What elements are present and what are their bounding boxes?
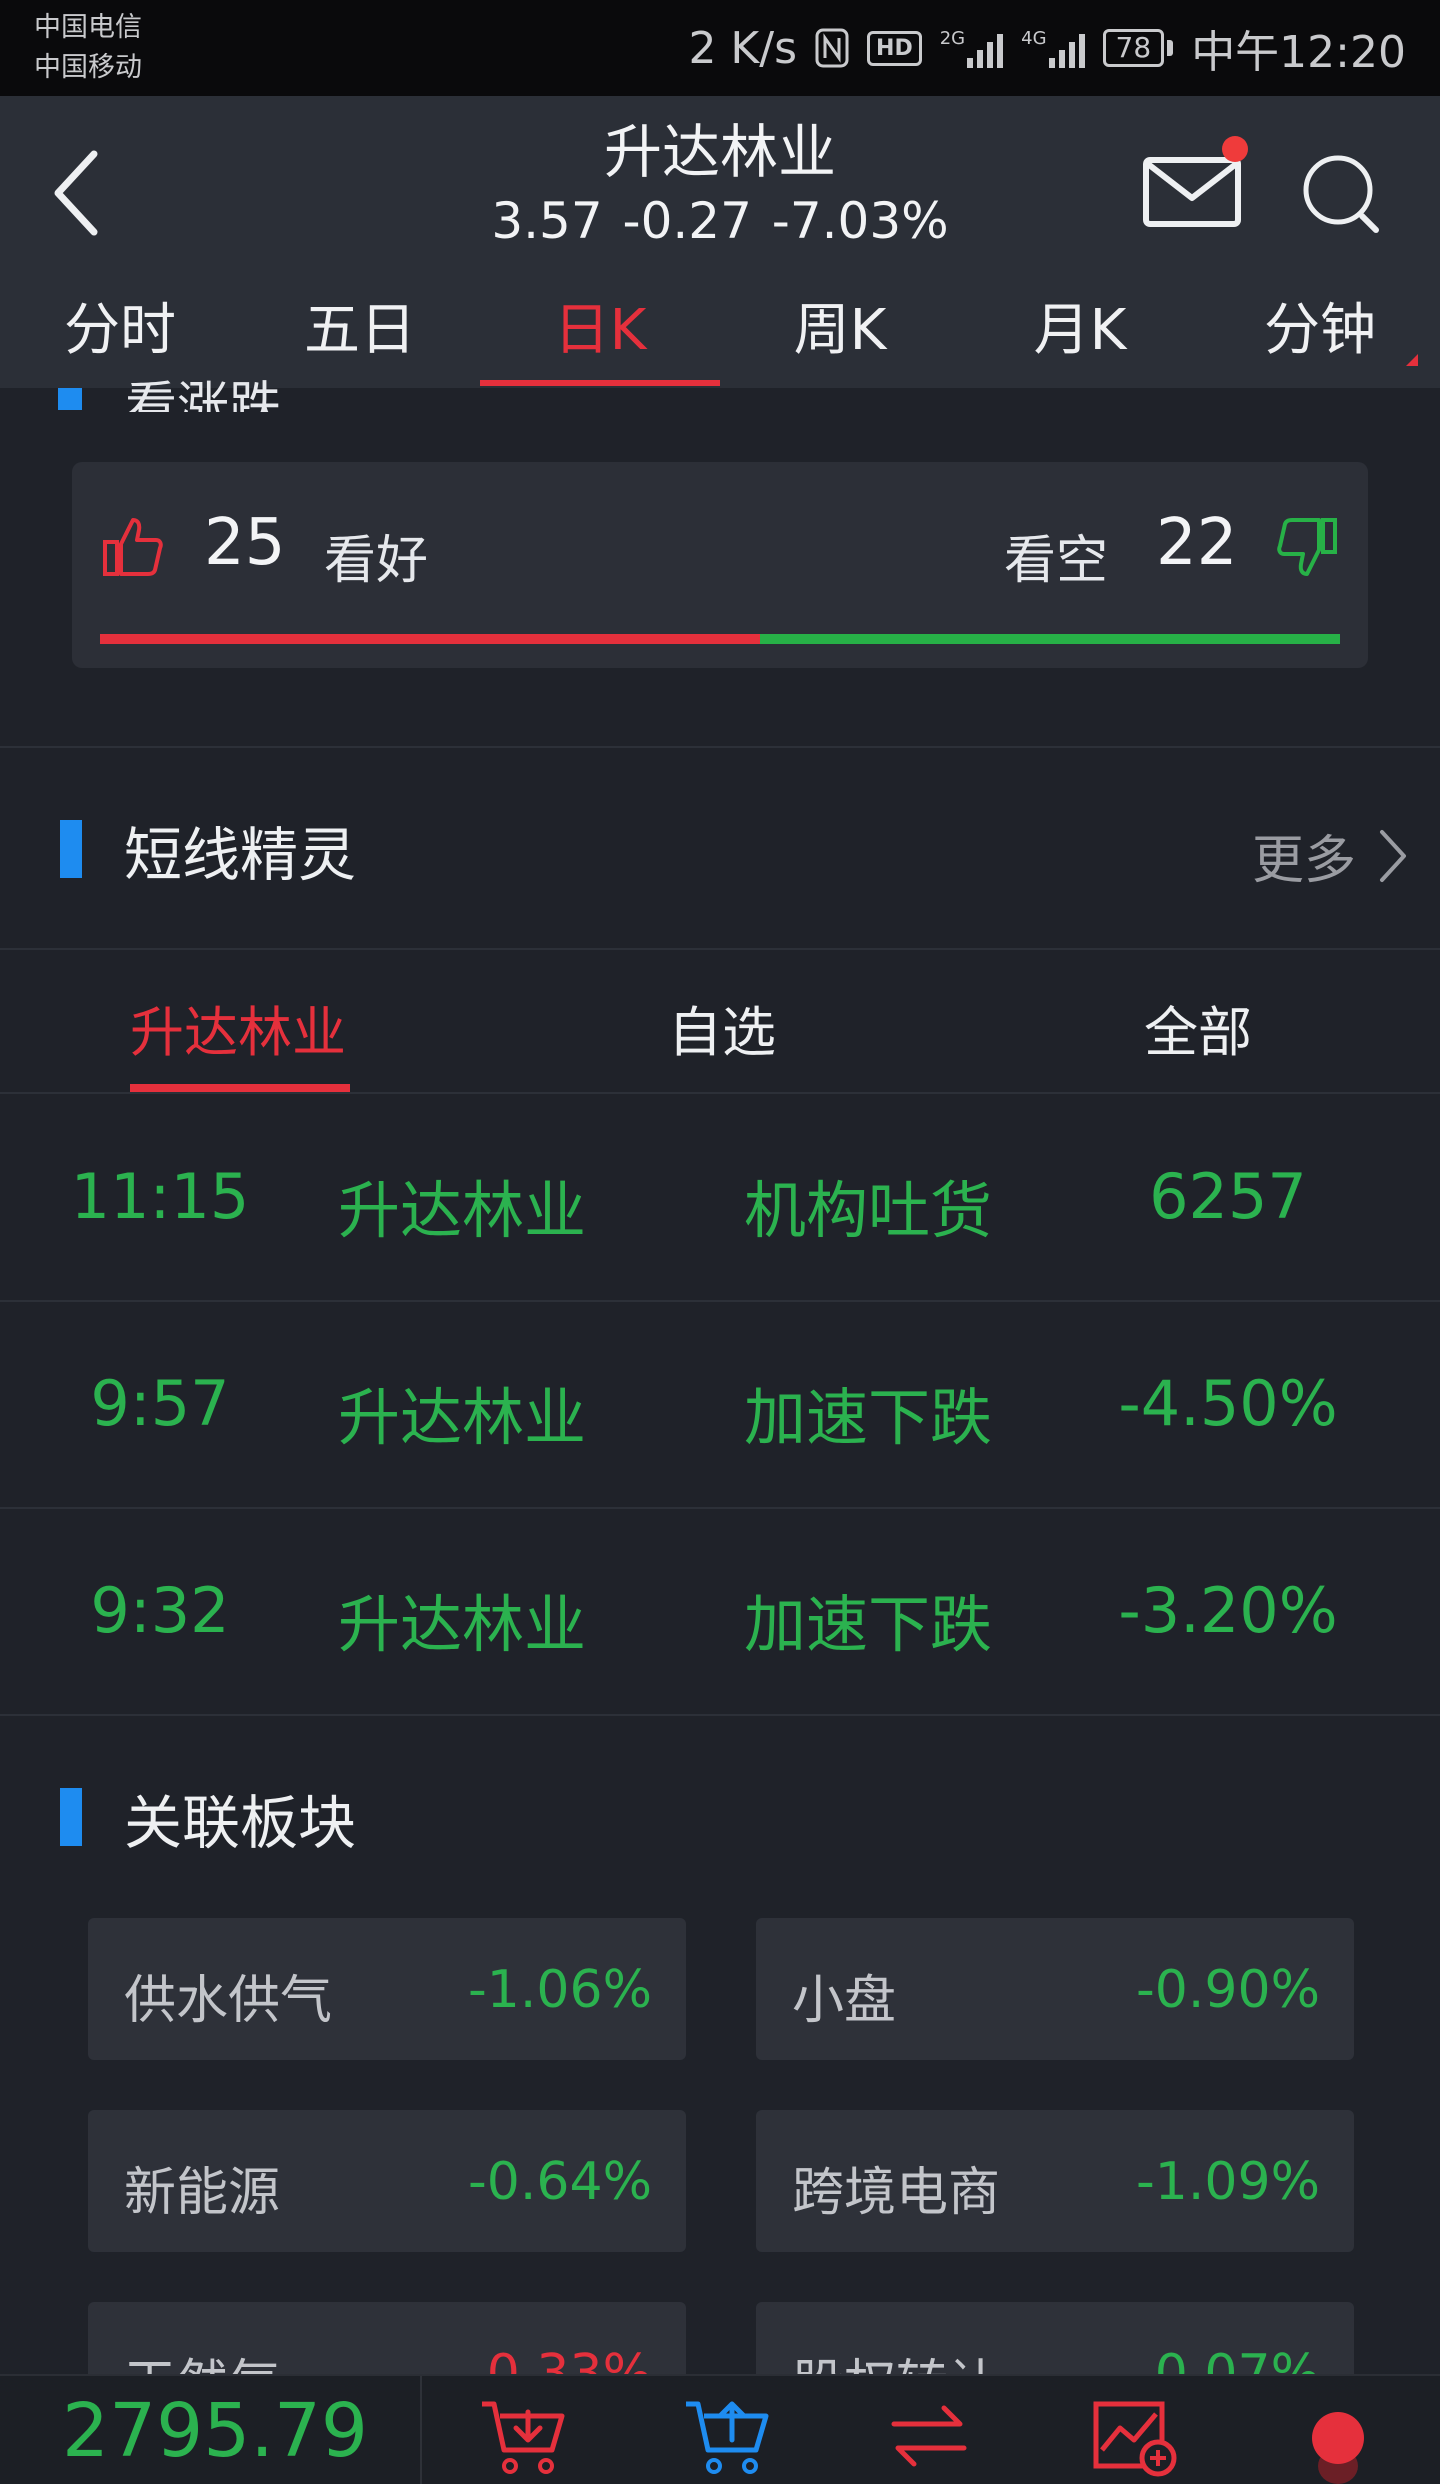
- tab-weekly-k[interactable]: 周K: [720, 288, 960, 388]
- battery-icon: 78: [1102, 29, 1174, 67]
- sector-change: -1.06%: [468, 1960, 652, 2020]
- bear-count: 22: [1156, 506, 1238, 580]
- signal-2g-label: 2G: [939, 28, 966, 49]
- unread-badge: [1222, 136, 1248, 162]
- carriers: 中国电信 中国移动: [34, 8, 142, 88]
- sector-name: 跨境电商: [792, 2163, 1001, 2223]
- search-icon[interactable]: [1300, 152, 1384, 236]
- signal-4g-label: 4G: [1021, 28, 1047, 49]
- tab-daily-k[interactable]: 日K: [480, 288, 720, 388]
- sector-cell[interactable]: 小盘 -0.90%: [756, 1918, 1354, 2060]
- thumbs-down-icon[interactable]: [1276, 516, 1338, 578]
- status-indicators: 2 K/s HD 2G 4G 78 中午12:20: [688, 16, 1406, 80]
- signal-row[interactable]: 11:15 升达林业 机构吐货 6257: [0, 1096, 1440, 1302]
- buy-icon[interactable]: [478, 2394, 568, 2478]
- signal-time: 11:15: [70, 1160, 250, 1233]
- tab-watchlist[interactable]: 自选: [668, 988, 776, 1067]
- divider: [0, 948, 1440, 950]
- sentiment-card: 25 看好 看空 22: [72, 462, 1368, 668]
- signal-time: 9:32: [90, 1574, 230, 1647]
- carrier-2: 中国移动: [34, 52, 142, 83]
- battery-level: 78: [1102, 29, 1165, 67]
- signal-value: -3.20%: [1118, 1574, 1338, 1647]
- short-term-title: 短线精灵: [124, 821, 357, 889]
- signal-time: 9:57: [90, 1367, 230, 1440]
- tab-minutes-label: 分钟: [1264, 298, 1376, 363]
- thumbs-up-icon[interactable]: [102, 516, 164, 578]
- sector-name: 小盘: [792, 1971, 897, 2031]
- record-dot[interactable]: [1312, 2412, 1364, 2464]
- section-marker: [60, 1788, 82, 1846]
- chevron-right-icon: [1380, 829, 1407, 882]
- bear-label: 看空: [1004, 531, 1109, 591]
- tab-all[interactable]: 全部: [1144, 988, 1252, 1067]
- stock-header: 升达林业 3.57 -0.27 -7.03%: [0, 96, 1440, 288]
- signal-event: 加速下跌: [744, 1588, 993, 1661]
- sector-name: 供水供气: [124, 1971, 333, 2031]
- sentiment-ratio-bar: [100, 634, 1340, 644]
- trade-icon[interactable]: [884, 2394, 974, 2478]
- tab-monthly-k[interactable]: 月K: [960, 288, 1200, 388]
- signal-stock: 升达林业: [338, 1174, 587, 1247]
- index-value[interactable]: 2795.79: [62, 2388, 368, 2474]
- sector-change: -0.64%: [468, 2152, 652, 2212]
- status-bar: 中国电信 中国移动 2 K/s HD 2G 4G 78 中午12:20: [0, 0, 1440, 96]
- signal-2g-icon: 2G: [939, 28, 1004, 68]
- divider: [0, 1714, 1440, 1716]
- dropdown-corner-icon: [1406, 354, 1418, 366]
- net-speed: 2 K/s: [688, 22, 798, 74]
- signal-stock: 升达林业: [338, 1381, 587, 1454]
- signal-row[interactable]: 9:32 升达林业 加速下跌 -3.20%: [0, 1510, 1440, 1716]
- sentiment-section-title: 看涨跌: [125, 377, 282, 412]
- divider: [0, 1092, 1440, 1094]
- signal-event: 加速下跌: [744, 1381, 993, 1454]
- divider: [420, 2376, 422, 2484]
- active-tab-indicator: [130, 1084, 350, 1092]
- signal-stock: 升达林业: [338, 1588, 587, 1661]
- signal-value: -4.50%: [1118, 1367, 1338, 1440]
- alert-icon[interactable]: [1090, 2394, 1180, 2478]
- signal-row[interactable]: 9:57 升达林业 加速下跌 -4.50%: [0, 1303, 1440, 1509]
- divider: [0, 1507, 1440, 1509]
- short-term-tabs: 升达林业 自选 全部: [0, 952, 1440, 1094]
- bear-ratio-fill: [759, 634, 1340, 644]
- mail-icon[interactable]: [1142, 154, 1242, 230]
- divider: [0, 1300, 1440, 1302]
- hd-icon: HD: [867, 30, 922, 66]
- section-marker: [60, 820, 82, 878]
- clock: 中午12:20: [1191, 27, 1406, 78]
- sell-icon[interactable]: [682, 2394, 772, 2478]
- sector-change: -0.90%: [1136, 1960, 1320, 2020]
- bull-ratio-fill: [100, 634, 760, 644]
- section-marker: [58, 388, 82, 410]
- bull-label: 看好: [324, 531, 429, 591]
- tab-minutes[interactable]: 分钟: [1200, 288, 1440, 388]
- signal-4g-icon: 4G: [1021, 28, 1085, 68]
- bull-count: 25: [204, 506, 286, 580]
- sector-cell[interactable]: 跨境电商 -1.09%: [756, 2110, 1354, 2252]
- signal-value: 6257: [1149, 1160, 1307, 1233]
- bottom-bar: 2795.79: [0, 2374, 1440, 2484]
- carrier-1: 中国电信: [34, 12, 142, 43]
- tab-current-stock[interactable]: 升达林业: [130, 988, 346, 1067]
- divider: [0, 746, 1440, 748]
- sector-cell[interactable]: 新能源 -0.64%: [88, 2110, 686, 2252]
- more-link[interactable]: 更多: [1252, 818, 1408, 893]
- signal-event: 机构吐货: [744, 1174, 993, 1247]
- sector-cell[interactable]: 供水供气 -1.06%: [88, 1918, 686, 2060]
- related-sectors-title: 关联板块: [124, 1789, 357, 1857]
- sector-change: -1.09%: [1136, 2152, 1320, 2212]
- more-label: 更多: [1252, 831, 1357, 891]
- sector-name: 新能源: [124, 2163, 281, 2223]
- nfc-icon: [815, 28, 849, 68]
